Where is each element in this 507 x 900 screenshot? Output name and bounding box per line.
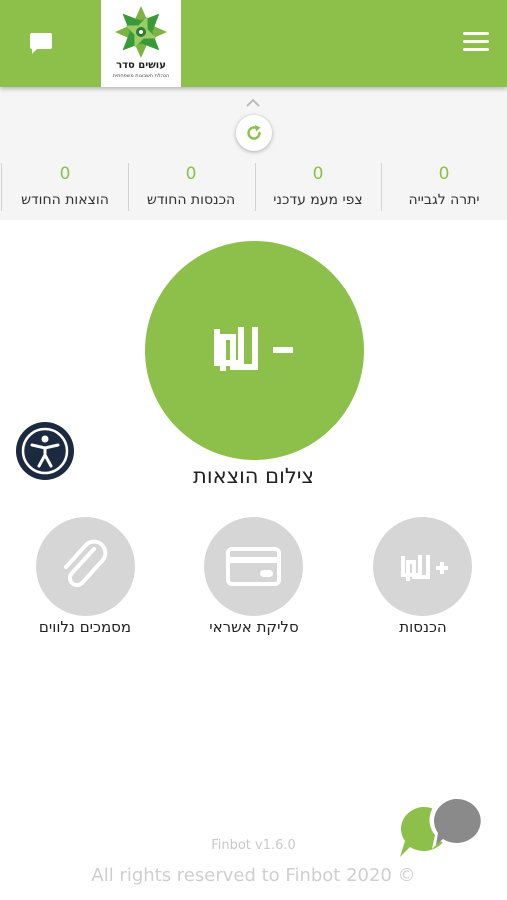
accessibility-button[interactable] [16, 422, 74, 480]
documents-button[interactable] [36, 517, 135, 616]
shekel-plus-icon [401, 555, 448, 581]
stat-value: 0 [185, 164, 197, 184]
capture-expenses-label: צילום הוצאות [193, 464, 314, 488]
stat-divider [128, 163, 129, 211]
logo-name: עושים סדר [116, 60, 166, 71]
stat-monthly-income: 0 הכנסות החודש [128, 163, 254, 211]
refresh-icon [247, 125, 261, 140]
shekel-minus-icon [214, 327, 293, 371]
credit-clearing-label: סליקת אשראי [209, 618, 299, 636]
stat-divider [255, 163, 256, 211]
accessibility-icon [21, 427, 69, 475]
app-header: עושים סדר הנהלת חשבונות משפחתית [0, 0, 507, 87]
stat-monthly-expenses: 0 הוצאות החודש [2, 163, 128, 211]
stat-label: הכנסות החודש [146, 192, 236, 208]
chat-bubbles-icon [400, 794, 482, 857]
paperclip-icon [64, 539, 108, 588]
stat-label: יתרה לגבייה [408, 192, 480, 208]
chat-widget-button[interactable] [396, 793, 488, 865]
credit-card-icon [226, 547, 281, 586]
copyright-text: All rights reserved to Finbot 2020 © [91, 865, 416, 886]
logo-mark [115, 6, 167, 58]
stat-divider [381, 163, 382, 211]
chevron-up-icon[interactable] [245, 93, 261, 107]
stat-label: הוצאות החודש [21, 192, 109, 208]
stat-value: 0 [59, 164, 71, 184]
hamburger-menu-icon[interactable] [463, 32, 489, 52]
stat-balance-due: 0 יתרה לגבייה [381, 163, 507, 211]
stat-value: 0 [438, 164, 450, 184]
logo-tagline: הנהלת חשבונות משפחתית [112, 73, 170, 79]
capture-expenses-button[interactable] [145, 241, 364, 460]
credit-clearing-button[interactable] [204, 517, 303, 616]
income-button[interactable] [373, 517, 472, 616]
stat-divider [1, 163, 2, 211]
brand-logo: עושים סדר הנהלת חשבונות משפחתית [101, 0, 181, 87]
income-label: הכנסות [399, 618, 447, 636]
chat-icon[interactable] [26, 28, 56, 58]
documents-label: מסמכים נלווים [38, 618, 132, 636]
stat-label: צפי מעמ עדכני [273, 192, 363, 208]
stat-vat-forecast: 0 צפי מעמ עדכני [255, 163, 381, 211]
refresh-button[interactable] [236, 115, 272, 151]
stat-value: 0 [312, 164, 324, 184]
